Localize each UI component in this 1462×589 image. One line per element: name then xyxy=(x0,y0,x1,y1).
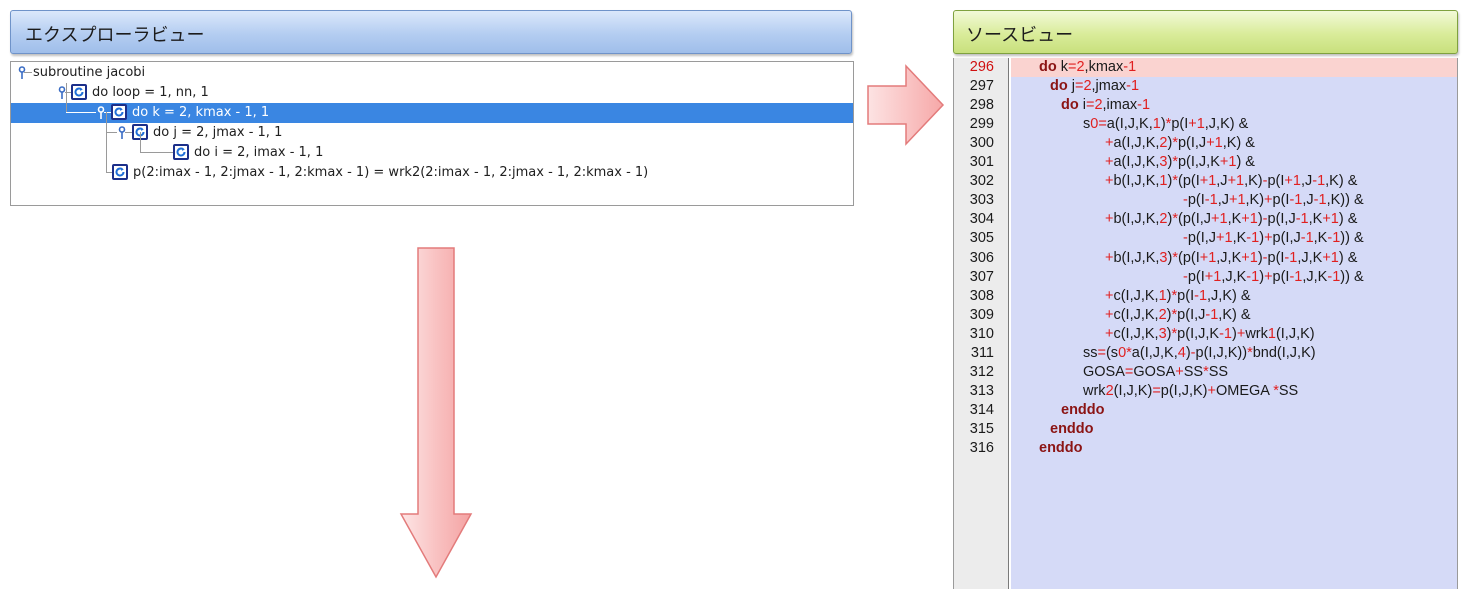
loop-icon xyxy=(173,144,189,160)
source-line[interactable]: 301 +a(I,J,K,3)*p(I,J,K+1) & xyxy=(954,153,1457,172)
source-line[interactable]: 308 +c(I,J,K,1)*p(I-1,J,K) & xyxy=(954,287,1457,306)
source-code-text: do j=2,jmax-1 xyxy=(1050,78,1140,95)
source-code-text: +c(I,J,K,3)*p(I,J,K-1)+wrk1(I,J,K) xyxy=(1105,325,1315,342)
source-line[interactable]: 299 s0=a(I,J,K,1)*p(I+1,J,K) & xyxy=(954,115,1457,134)
source-line[interactable]: 312 GOSA=GOSA+SS*SS xyxy=(954,363,1457,382)
tree-item-subroutine[interactable]: subroutine jacobi xyxy=(11,63,853,83)
line-number: 301 xyxy=(969,154,994,171)
pin-icon xyxy=(18,66,26,79)
source-line[interactable]: 316 enddo xyxy=(954,439,1457,458)
arrow-down-icon xyxy=(399,247,473,579)
line-number: 313 xyxy=(969,382,994,399)
explorer-view-title: エクスプローラビュー xyxy=(25,25,205,46)
source-view-title: ソースビュー xyxy=(966,25,1074,46)
tree-item-label: do loop = 1, nn, 1 xyxy=(92,85,209,100)
line-number: 296 xyxy=(969,59,994,75)
line-number: 303 xyxy=(969,192,994,209)
source-line[interactable]: 309 +c(I,J,K,2)*p(I,J-1,K) & xyxy=(954,306,1457,325)
line-number: 299 xyxy=(969,116,994,133)
source-line[interactable]: 296 do k=2,kmax-1 xyxy=(954,58,1457,77)
source-line[interactable]: 315 enddo xyxy=(954,420,1457,439)
source-code-text: -p(I,J+1,K-1)+p(I,J-1,K-1)) & xyxy=(1183,230,1364,247)
source-line[interactable]: 302 +b(I,J,K,1)*(p(I+1,J+1,K)-p(I+1,J-1,K… xyxy=(954,172,1457,191)
tree-item-assignment[interactable]: p(2:imax - 1, 2:jmax - 1, 2:kmax - 1) = … xyxy=(11,163,853,183)
source-code-text: ss=(s0*a(I,J,K,4)-p(I,J,K))*bnd(I,J,K) xyxy=(1083,344,1316,361)
source-code-text: wrk2(I,J,K)=p(I,J,K)+OMEGA *SS xyxy=(1083,382,1299,399)
source-code-text: -p(I-1,J+1,K)+p(I-1,J-1,K)) & xyxy=(1183,192,1364,209)
source-line[interactable]: 314 enddo xyxy=(954,401,1457,420)
loop-icon xyxy=(111,104,127,120)
line-number: 304 xyxy=(969,211,994,228)
line-number: 298 xyxy=(969,97,994,114)
source-line[interactable]: 305 -p(I,J+1,K-1)+p(I,J-1,K-1)) & xyxy=(954,229,1457,248)
line-number: 315 xyxy=(969,420,994,437)
line-number: 305 xyxy=(969,230,994,247)
source-line[interactable]: 300 +a(I,J,K,2)*p(I,J+1,K) & xyxy=(954,134,1457,153)
source-line[interactable]: 307 -p(I+1,J,K-1)+p(I-1,J,K-1)) & xyxy=(954,268,1457,287)
source-code-text: +b(I,J,K,2)*(p(I,J+1,K+1)-p(I,J-1,K+1) & xyxy=(1105,211,1358,228)
source-line[interactable]: 304 +b(I,J,K,2)*(p(I,J+1,K+1)-p(I,J-1,K+1… xyxy=(954,210,1457,229)
line-number: 311 xyxy=(970,344,994,361)
source-view[interactable]: 296 do k=2,kmax-1 297 do j=2,jmax-1 298 do i=… xyxy=(953,58,1458,589)
source-code-text: -p(I+1,J,K-1)+p(I-1,J,K-1)) & xyxy=(1183,268,1364,285)
pin-icon xyxy=(97,106,105,119)
tree-item-label: subroutine jacobi xyxy=(33,65,146,80)
line-number: 312 xyxy=(969,363,994,380)
tree-item-do-i[interactable]: do i = 2, imax - 1, 1 xyxy=(11,132,853,172)
source-code-text: enddo xyxy=(1039,440,1083,456)
source-line[interactable]: 311 ss=(s0*a(I,J,K,4)-p(I,J,K))*bnd(I,J,K… xyxy=(954,344,1457,363)
line-number: 307 xyxy=(969,268,994,285)
line-number: 314 xyxy=(969,401,994,418)
line-number: 308 xyxy=(969,287,994,304)
tree-item-do-j[interactable]: do j = 2, jmax - 1, 1 xyxy=(11,112,853,143)
pin-icon xyxy=(118,126,126,139)
line-number: 306 xyxy=(969,249,994,266)
arrow-right-icon xyxy=(867,64,945,146)
explorer-tree: subroutine jacobi do loop = 1, nn, 1 do … xyxy=(10,61,854,206)
tree-item-label: do j = 2, jmax - 1, 1 xyxy=(153,125,283,140)
tree-item-do-k[interactable]: do k = 2, kmax - 1, 1 xyxy=(11,83,853,123)
source-code-text: +c(I,J,K,2)*p(I,J-1,K) & xyxy=(1105,306,1251,323)
source-code-text: +a(I,J,K,3)*p(I,J,K+1) & xyxy=(1105,154,1255,171)
line-number: 316 xyxy=(969,440,994,456)
loop-icon xyxy=(71,84,87,100)
tree-item-do-loop[interactable]: do loop = 1, nn, 1 xyxy=(11,83,853,103)
source-code-text: s0=a(I,J,K,1)*p(I+1,J,K) & xyxy=(1083,116,1249,133)
tree-item-label: do i = 2, imax - 1, 1 xyxy=(194,145,324,160)
tree-item-label: do k = 2, kmax - 1, 1 xyxy=(132,105,270,120)
source-code-text: enddo xyxy=(1050,420,1094,437)
source-line[interactable]: 310 +c(I,J,K,3)*p(I,J,K-1)+wrk1(I,J,K) xyxy=(954,325,1457,344)
source-line[interactable]: 297 do j=2,jmax-1 xyxy=(954,77,1457,96)
line-number: 302 xyxy=(969,173,994,190)
explorer-view-header: エクスプローラビュー xyxy=(10,10,852,54)
source-line[interactable]: 303 -p(I-1,J+1,K)+p(I-1,J-1,K)) & xyxy=(954,191,1457,210)
line-number: 309 xyxy=(969,306,994,323)
source-code-text: GOSA=GOSA+SS*SS xyxy=(1083,363,1229,380)
source-code-text: +b(I,J,K,3)*(p(I+1,J,K+1)-p(I-1,J,K+1) & xyxy=(1105,249,1358,266)
source-view-header: ソースビュー xyxy=(953,10,1458,54)
source-code-text: +a(I,J,K,2)*p(I,J+1,K) & xyxy=(1105,135,1255,152)
tree-item-label: p(2:imax - 1, 2:jmax - 1, 2:kmax - 1) = … xyxy=(133,165,649,180)
source-code-text: +b(I,J,K,1)*(p(I+1,J+1,K)-p(I+1,J-1,K) & xyxy=(1105,173,1358,190)
source-line[interactable]: 313 wrk2(I,J,K)=p(I,J,K)+OMEGA *SS xyxy=(954,382,1457,401)
line-number: 310 xyxy=(969,325,994,342)
source-line[interactable]: 298 do i=2,imax-1 xyxy=(954,96,1457,115)
source-code-text: do k=2,kmax-1 xyxy=(1039,59,1137,75)
line-number: 297 xyxy=(969,78,994,95)
line-number: 300 xyxy=(969,135,994,152)
source-line[interactable]: 306 +b(I,J,K,3)*(p(I+1,J,K+1)-p(I-1,J,K+1… xyxy=(954,249,1457,268)
source-code-text: do i=2,imax-1 xyxy=(1061,97,1151,114)
source-code-text: +c(I,J,K,1)*p(I-1,J,K) & xyxy=(1105,287,1251,304)
loop-icon xyxy=(112,164,128,180)
source-code-text: enddo xyxy=(1061,401,1105,418)
